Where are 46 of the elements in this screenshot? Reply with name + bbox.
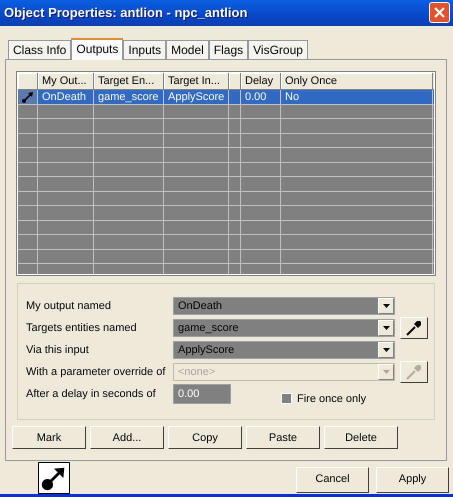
column-header[interactable]: Only Once [281, 73, 433, 90]
dropdown-arrow-icon [382, 348, 390, 352]
tab[interactable]: Inputs [123, 40, 166, 60]
dropdown-arrow-icon [382, 370, 390, 374]
action-button[interactable]: Add... [90, 426, 164, 450]
dialog-button[interactable]: Apply [376, 466, 449, 492]
input-field[interactable]: 0.00 [173, 384, 231, 404]
eyedropper-icon [405, 362, 423, 381]
dropdown-arrow-icon [382, 326, 390, 330]
close-icon [434, 7, 445, 18]
column-header[interactable]: My Out... [38, 73, 94, 90]
action-button[interactable]: Mark [12, 426, 86, 450]
tab[interactable]: Model [166, 40, 209, 60]
action-button[interactable]: Delete [324, 426, 398, 450]
tab[interactable]: VisGroup [248, 40, 308, 60]
table-cell: OnDeath [42, 91, 86, 104]
picker-button[interactable] [400, 316, 428, 339]
tab[interactable]: Outputs [71, 38, 124, 60]
checkbox-label: Fire once only [297, 392, 366, 407]
window-title: Object Properties: antlion - npc_antlion [4, 4, 248, 22]
table-cell: No [285, 91, 300, 104]
dropdown-arrow-icon [382, 304, 390, 308]
tab[interactable]: Class Info [8, 40, 72, 60]
table-cell: game_score [98, 91, 159, 104]
output-arrow-icon [21, 91, 34, 104]
field-label: Targets entities named [26, 320, 138, 336]
dropdown[interactable]: game_score [173, 318, 395, 337]
close-button[interactable] [429, 2, 450, 24]
column-header[interactable]: Delay [241, 73, 281, 90]
action-button[interactable]: Copy [168, 426, 242, 450]
checkbox[interactable] [281, 393, 292, 404]
table-cell: 0.00 [245, 91, 266, 104]
column-header[interactable]: Target En... [94, 73, 164, 90]
table-cell: ApplyScore [168, 91, 224, 104]
action-button[interactable]: Paste [246, 426, 320, 450]
field-label: My output named [26, 298, 112, 314]
field-label: After a delay in seconds of [26, 386, 157, 402]
tab[interactable]: Flags [208, 40, 248, 60]
field-label: Via this input [26, 342, 90, 358]
column-header[interactable]: Target In... [164, 73, 229, 90]
eyedropper-icon [405, 318, 423, 337]
dropdown[interactable]: OnDeath [173, 296, 395, 315]
field-label: With a parameter override of [26, 364, 166, 380]
dialog-button[interactable]: Cancel [296, 466, 369, 492]
table-row[interactable]: OnDeath game_score ApplyScore 0.00 No [18, 90, 434, 105]
dropdown[interactable]: ApplyScore [173, 340, 395, 359]
